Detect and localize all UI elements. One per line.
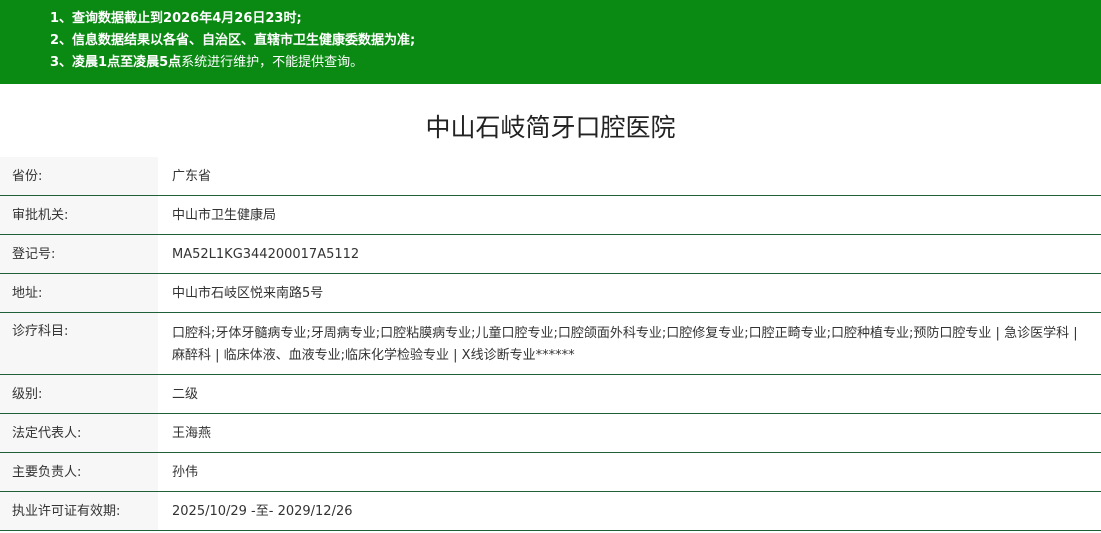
table-row-address: 地址: 中山市石岐区悦来南路5号 bbox=[0, 274, 1101, 313]
table-row-license-validity: 执业许可证有效期: 2025/10/29 -至- 2029/12/26 bbox=[0, 492, 1101, 531]
field-label: 省份: bbox=[0, 157, 158, 195]
field-label: 地址: bbox=[0, 274, 158, 312]
notice-line-2-text: 2、信息数据结果以各省、自治区、直辖市卫生健康委数据为准; bbox=[50, 33, 416, 48]
notice-line-3-text: 系统进行维护，不能提供查询。 bbox=[181, 55, 364, 70]
field-value: MA52L1KG344200017A5112 bbox=[172, 247, 360, 262]
notice-line-1-text: 1、查询数据截止到2026年4月26日23时; bbox=[50, 11, 302, 26]
notice-line-3: 3、凌晨1点至凌晨5点系统进行维护，不能提供查询。 bbox=[50, 54, 363, 71]
page-title: 中山石岐简牙口腔医院 bbox=[425, 113, 676, 142]
field-label: 级别: bbox=[0, 375, 158, 413]
field-value: 口腔科;牙体牙髓病专业;牙周病专业;口腔粘膜病专业;儿童口腔专业;口腔颌面外科专… bbox=[172, 326, 1078, 363]
table-row-approval-authority: 审批机关: 中山市卫生健康局 bbox=[0, 196, 1101, 235]
field-label: 审批机关: bbox=[0, 196, 158, 234]
notice-line-2: 2、信息数据结果以各省、自治区、直辖市卫生健康委数据为准; bbox=[50, 32, 415, 49]
field-label: 执业许可证有效期: bbox=[0, 492, 158, 530]
field-value: 中山市石岐区悦来南路5号 bbox=[172, 286, 324, 301]
field-label: 法定代表人: bbox=[0, 414, 158, 452]
table-row-registration-number: 登记号: MA52L1KG344200017A5112 bbox=[0, 235, 1101, 274]
table-row-level: 级别: 二级 bbox=[0, 375, 1101, 414]
field-value: 2025/10/29 -至- 2029/12/26 bbox=[172, 504, 353, 519]
field-label: 登记号: bbox=[0, 235, 158, 273]
hospital-info-table: 省份: 广东省 审批机关: 中山市卫生健康局 登记号: MA52L1KG3442… bbox=[0, 157, 1101, 531]
notice-banner: 1、查询数据截止到2026年4月26日23时; 2、信息数据结果以各省、自治区、… bbox=[0, 0, 1101, 84]
field-value: 中山市卫生健康局 bbox=[172, 208, 277, 223]
field-value: 孙伟 bbox=[172, 465, 199, 480]
field-label: 诊疗科目: bbox=[0, 313, 158, 374]
notice-line-1: 1、查询数据截止到2026年4月26日23时; bbox=[50, 10, 302, 27]
field-value: 王海燕 bbox=[172, 426, 212, 441]
field-value: 二级 bbox=[172, 387, 199, 402]
field-value: 广东省 bbox=[172, 169, 212, 184]
table-row-departments: 诊疗科目: 口腔科;牙体牙髓病专业;牙周病专业;口腔粘膜病专业;儿童口腔专业;口… bbox=[0, 313, 1101, 375]
table-row-legal-representative: 法定代表人: 王海燕 bbox=[0, 414, 1101, 453]
field-label: 主要负责人: bbox=[0, 453, 158, 491]
table-row-principal: 主要负责人: 孙伟 bbox=[0, 453, 1101, 492]
notice-line-3-highlight: 3、凌晨1点至凌晨5点 bbox=[50, 55, 182, 70]
table-row-province: 省份: 广东省 bbox=[0, 157, 1101, 196]
